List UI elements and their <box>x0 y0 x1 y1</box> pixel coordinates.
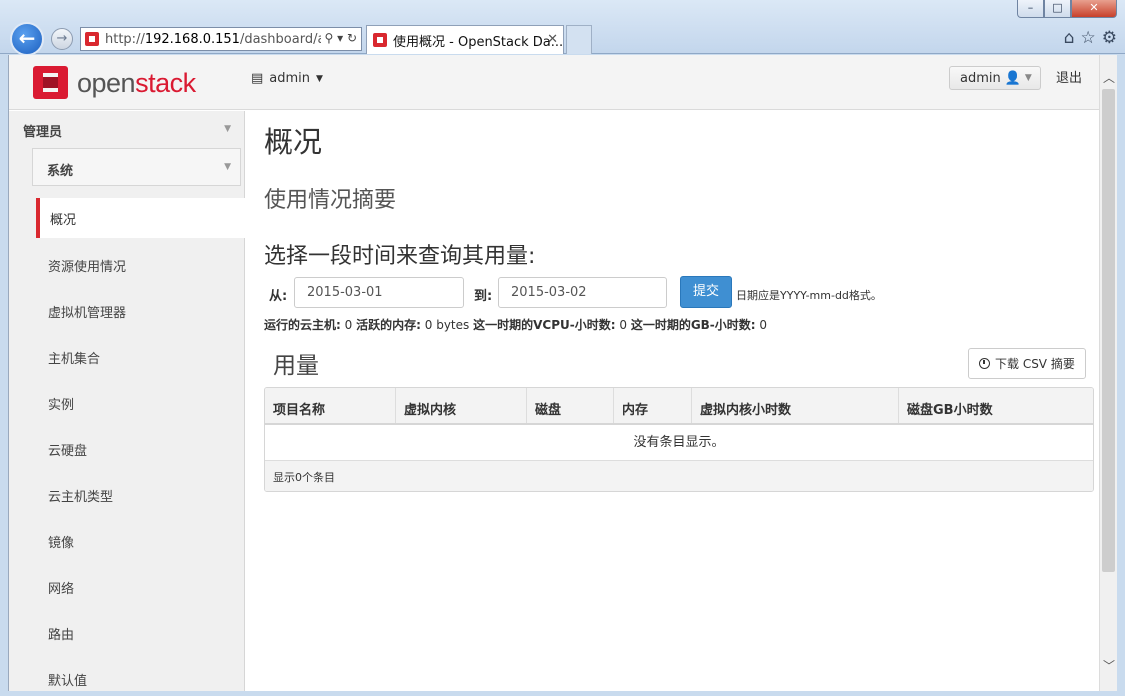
chevron-down-icon: ▼ <box>316 73 323 84</box>
scroll-down-icon[interactable]: ﹀ <box>1100 657 1117 675</box>
close-window-button[interactable]: ✕ <box>1071 0 1117 18</box>
stat-label-vcpu-hours: 这一时期的VCPU-小时数: <box>473 318 616 332</box>
sidebar-item-hypervisors[interactable]: 虚拟机管理器 <box>36 290 245 336</box>
gear-icon[interactable]: ⚙ <box>1102 28 1117 48</box>
home-icon[interactable]: ⌂ <box>1064 28 1075 48</box>
logo-text-open: open <box>77 67 136 98</box>
user-menu-button[interactable]: admin 👤 ▼ <box>949 66 1041 90</box>
stat-value-memory: 0 bytes <box>424 318 470 332</box>
usage-stats: 运行的云主机: 0 活跃的内存: 0 bytes 这一时期的VCPU-小时数: … <box>264 316 767 333</box>
openstack-logo-icon <box>33 66 68 99</box>
forward-button[interactable]: → <box>51 28 73 50</box>
tab-title: 使用概况 - OpenStack Da... <box>393 34 564 50</box>
user-icon: 👤 <box>1004 70 1021 86</box>
stat-label-gb-hours: 这一时期的GB-小时数: <box>630 318 756 332</box>
to-label: 到: <box>474 289 493 304</box>
stat-label-memory: 活跃的内存: <box>356 318 421 332</box>
sidebar: 管理员 ▼ 系统 ▼ 概况 资源使用情况 虚拟机管理器 主机集合 实例 云硬盘 … <box>9 111 245 691</box>
sidebar-subgroup-label: 系统 <box>47 164 74 179</box>
column-header-disk[interactable]: 磁盘 <box>527 388 614 423</box>
sidebar-item-images[interactable]: 镜像 <box>36 520 245 566</box>
sidebar-item-volumes[interactable]: 云硬盘 <box>36 428 245 474</box>
submit-button[interactable]: 提交 <box>680 276 732 308</box>
chevron-down-icon: ▼ <box>224 124 231 134</box>
address-tools[interactable]: ⚲ ▾ ↻ <box>320 31 357 45</box>
sidebar-item-flavors[interactable]: 云主机类型 <box>36 474 245 520</box>
star-icon[interactable]: ☆ <box>1081 28 1096 48</box>
project-selector[interactable]: ▤ admin ▼ <box>251 71 323 86</box>
stat-value-instances: 0 <box>344 318 353 332</box>
from-label: 从: <box>269 289 288 304</box>
address-bar[interactable]: http://192.168.0.151/dashboard/ad ⚲ ▾ ↻ <box>80 27 362 51</box>
logo-text-stack: stack <box>135 67 196 98</box>
usage-table: 项目名称 虚拟内核 磁盘 内存 虚拟内核小时数 磁盘GB小时数 没有条目显示。 … <box>264 387 1094 492</box>
top-navbar: open stack ▤ admin ▼ admin 👤 ▼ 退出 <box>9 55 1100 110</box>
new-tab-button[interactable] <box>566 25 592 54</box>
url-host: 192.168.0.151 <box>144 31 240 47</box>
window-controls: – □ ✕ <box>1017 0 1117 18</box>
download-csv-label: 下载 CSV 摘要 <box>995 357 1075 371</box>
table-empty-message: 没有条目显示。 <box>265 425 1093 461</box>
page-viewport: open stack ▤ admin ▼ admin 👤 ▼ 退出 管理员 ▼ 系… <box>8 55 1117 691</box>
project-list-icon: ▤ <box>251 71 264 86</box>
browser-chrome: – □ ✕ ← → http://192.168.0.151/dashboard… <box>0 0 1125 56</box>
back-button[interactable]: ← <box>10 22 44 56</box>
page-title: 概况 <box>264 125 323 159</box>
tab-favicon-icon <box>373 33 387 47</box>
query-period-heading: 选择一段时间来查询其用量: <box>264 244 536 269</box>
sidebar-item-overview[interactable]: 概况 <box>36 198 245 238</box>
sidebar-item-resource-usage[interactable]: 资源使用情况 <box>36 244 245 290</box>
scrollbar-thumb[interactable] <box>1102 89 1115 572</box>
stat-label-instances: 运行的云主机: <box>264 318 341 332</box>
usage-summary-heading: 使用情况摘要 <box>264 188 397 213</box>
chevron-down-icon: ▼ <box>224 162 231 172</box>
minimize-button[interactable]: – <box>1017 0 1044 18</box>
column-header-memory[interactable]: 内存 <box>614 388 692 423</box>
column-header-vcpu-hours[interactable]: 虚拟内核小时数 <box>692 388 899 423</box>
sidebar-item-host-aggregates[interactable]: 主机集合 <box>36 336 245 382</box>
sidebar-item-defaults[interactable]: 默认值 <box>36 658 245 691</box>
date-range-form: 从: 2015-03-01 到: 2015-03-02 提交 日期应是YYYY-… <box>264 276 1094 309</box>
tab-close-icon[interactable]: ✕ <box>547 32 558 47</box>
sidebar-item-routers[interactable]: 路由 <box>36 612 245 658</box>
sidebar-group-admin[interactable]: 管理员 ▼ <box>9 111 245 147</box>
sidebar-item-networks[interactable]: 网络 <box>36 566 245 612</box>
column-header-vcpus[interactable]: 虚拟内核 <box>396 388 527 423</box>
stat-value-vcpu-hours: 0 <box>619 318 627 332</box>
download-csv-button[interactable]: 下载 CSV 摘要 <box>968 348 1086 379</box>
date-format-hint: 日期应是YYYY-mm-dd格式。 <box>736 289 882 302</box>
scroll-up-icon[interactable]: ︿ <box>1100 69 1117 87</box>
chevron-down-icon: ▼ <box>1024 73 1032 83</box>
usage-heading: 用量 <box>273 353 319 379</box>
table-footer: 显示0个条目 <box>265 461 1093 491</box>
user-name: admin <box>960 70 1001 86</box>
sidebar-subgroup-system[interactable]: 系统 ▼ <box>32 148 241 186</box>
url-prefix: http:// <box>105 31 145 47</box>
browser-toolbar-icons: ⌂ ☆ ⚙ <box>1064 28 1117 48</box>
openstack-logo[interactable]: open stack <box>33 66 196 99</box>
stat-value-gb-hours: 0 <box>759 318 768 332</box>
project-name: admin <box>269 71 311 86</box>
end-date-input[interactable]: 2015-03-02 <box>498 277 667 308</box>
browser-tab[interactable]: 使用概况 - OpenStack Da... ✕ <box>366 25 564 54</box>
column-header-disk-gb-hours[interactable]: 磁盘GB小时数 <box>899 388 1093 423</box>
download-icon <box>979 358 990 369</box>
table-header-row: 项目名称 虚拟内核 磁盘 内存 虚拟内核小时数 磁盘GB小时数 <box>265 388 1093 425</box>
column-header-project[interactable]: 项目名称 <box>265 388 396 423</box>
signout-link[interactable]: 退出 <box>1056 67 1082 86</box>
sidebar-items: 概况 资源使用情况 虚拟机管理器 主机集合 实例 云硬盘 云主机类型 镜像 网络… <box>36 198 245 691</box>
site-favicon-icon <box>85 32 99 46</box>
sidebar-group-label: 管理员 <box>23 125 63 140</box>
start-date-input[interactable]: 2015-03-01 <box>294 277 464 308</box>
maximize-button[interactable]: □ <box>1044 0 1071 18</box>
sidebar-item-instances[interactable]: 实例 <box>36 382 245 428</box>
vertical-scrollbar[interactable]: ︿ ﹀ <box>1099 55 1117 691</box>
